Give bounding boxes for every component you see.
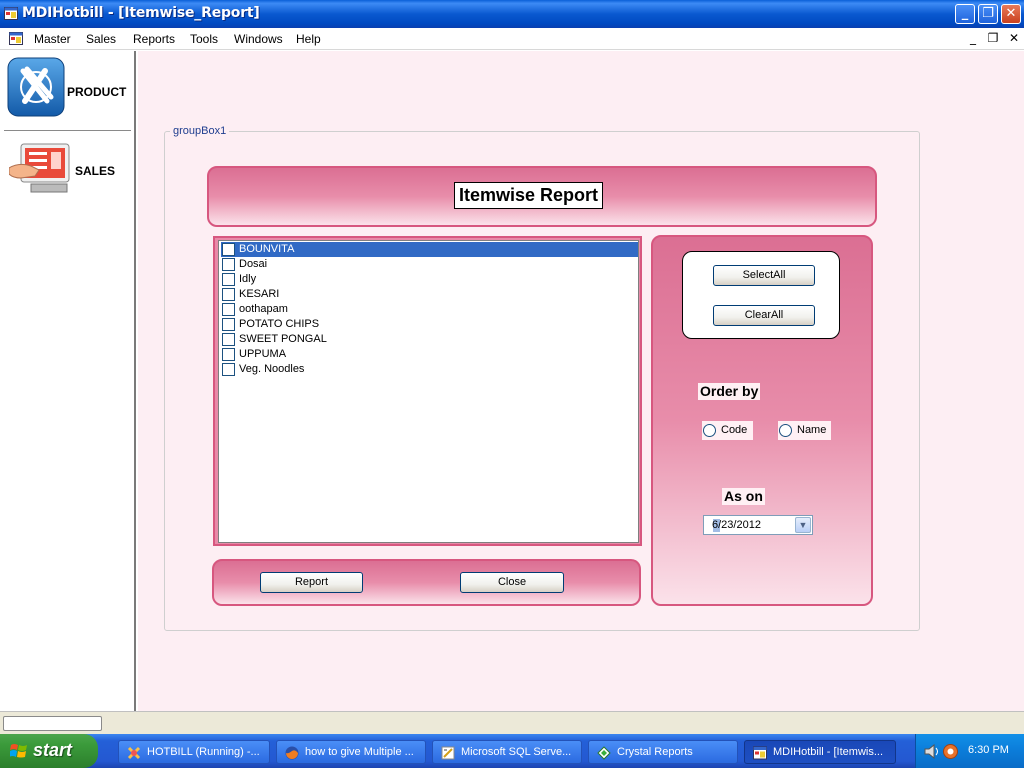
group-box-label: groupBox1 [170,125,230,137]
list-item[interactable]: BOUNVITA [221,242,638,257]
start-label: start [33,740,73,760]
start-button[interactable]: start [0,734,98,768]
item-label: Dosai [239,258,268,270]
list-item[interactable]: SWEET PONGAL [221,332,638,347]
as-on-date-picker[interactable]: 6/23/2012 ▼ [703,515,813,535]
item-checked-list[interactable]: BOUNVITA Dosai Idly KESARI oothapam POTA… [218,240,639,543]
taskbar-item-label: Microsoft SQL Serve... [461,746,572,758]
clear-all-button[interactable]: ClearAll [713,305,815,326]
status-bar [0,711,1024,734]
product-nav-button[interactable]: PRODUCT [4,55,130,119]
item-checkbox[interactable] [222,318,235,331]
sidebar-divider [4,130,131,131]
item-checkbox[interactable] [222,303,235,316]
menu-windows[interactable]: Windows [234,32,283,46]
list-item[interactable]: UPPUMA [221,347,638,362]
order-by-label: Order by [698,383,761,400]
as-on-label: As on [722,488,765,505]
item-label: UPPUMA [239,348,287,360]
taskbar-item-label: how to give Multiple ... [305,746,414,758]
visual-studio-icon [127,746,141,760]
mdi-child-icon[interactable] [9,32,23,45]
radio-circle [779,424,792,437]
taskbar-item-label: MDIHotbill - [Itemwis... [773,746,884,758]
item-checkbox[interactable] [222,333,235,346]
left-nav-panel: PRODUCT SALES [0,51,136,711]
sales-nav-button[interactable]: SALES [4,137,130,203]
item-label: KESARI [239,288,280,300]
list-item[interactable]: KESARI [221,287,638,302]
status-progress-bar [3,716,102,731]
app-icon[interactable] [4,7,18,20]
taskbar-item-label: HOTBILL (Running) -... [147,746,260,758]
sales-nav-label: SALES [75,164,116,178]
radio-circle [703,424,716,437]
system-tray: 6:30 PM [915,734,1024,768]
windows-flag-icon [10,744,27,758]
taskbar-item-mdihotbill[interactable]: MDIHotbill - [Itemwis... [744,740,896,764]
menu-tools[interactable]: Tools [190,32,218,46]
item-label: oothapam [239,303,288,315]
minimize-button[interactable]: _ [955,4,975,24]
sql-server-icon [441,746,455,760]
taskbar-item-label: Crystal Reports [617,746,693,758]
close-button[interactable]: Close [460,572,564,593]
crystal-reports-icon [597,746,611,760]
dropdown-arrow-icon[interactable]: ▼ [795,517,811,533]
restore-button[interactable]: ❐ [978,4,998,24]
mdihotbill-icon [753,746,767,760]
list-item[interactable]: oothapam [221,302,638,317]
taskbar: start HOTBILL (Running) -... how to give… [0,734,1024,768]
window-title: MDIHotbill - [Itemwise_Report] [22,5,260,21]
item-label: Veg. Noodles [239,363,305,375]
item-label: POTATO CHIPS [239,318,320,330]
item-label: Idly [239,273,257,285]
firefox-icon [285,746,299,760]
report-title: Itemwise Report [454,182,604,209]
child-minimize-button[interactable]: _ [965,30,981,46]
item-checkbox[interactable] [222,243,235,256]
product-icon [7,57,65,117]
minimize-icon: _ [961,6,969,21]
report-button[interactable]: Report [260,572,363,593]
clock: 6:30 PM [968,744,1009,756]
taskbar-item-hotbill[interactable]: HOTBILL (Running) -... [118,740,270,764]
item-checkbox[interactable] [222,363,235,376]
order-name-label: Name [797,424,827,436]
order-code-label: Code [721,424,748,436]
item-checkbox[interactable] [222,273,235,286]
close-window-button[interactable]: ✕ [1001,4,1021,24]
product-nav-label: PRODUCT [67,85,127,99]
list-item[interactable]: Dosai [221,257,638,272]
child-restore-button[interactable]: ❐ [985,30,1001,46]
as-on-date-value: 6/23/2012 [712,519,761,531]
menu-help[interactable]: Help [296,32,321,46]
item-checkbox[interactable] [222,348,235,361]
antivirus-icon[interactable] [943,744,958,759]
taskbar-item-crystal-reports[interactable]: Crystal Reports [588,740,738,764]
item-label: BOUNVITA [239,243,295,255]
item-label: SWEET PONGAL [239,333,327,345]
order-name-radio[interactable]: Name [778,421,831,440]
sales-icon [9,143,70,193]
item-checkbox[interactable] [222,288,235,301]
select-all-button[interactable]: SelectAll [713,265,815,286]
order-code-radio[interactable]: Code [702,421,753,440]
taskbar-item-sql-server[interactable]: Microsoft SQL Serve... [432,740,582,764]
menu-sales[interactable]: Sales [86,32,116,46]
menu-master[interactable]: Master [34,32,71,46]
close-icon: ✕ [1005,6,1017,21]
item-checkbox[interactable] [222,258,235,271]
list-item[interactable]: Veg. Noodles [221,362,638,377]
menu-reports[interactable]: Reports [133,32,175,46]
restore-icon: ❐ [982,6,994,21]
menu-bar: Master Sales Reports Tools Windows Help … [0,28,1024,50]
list-item[interactable]: POTATO CHIPS [221,317,638,332]
taskbar-item-firefox[interactable]: how to give Multiple ... [276,740,426,764]
volume-icon[interactable] [924,744,940,759]
list-item[interactable]: Idly [221,272,638,287]
child-close-button[interactable]: ✕ [1006,30,1022,46]
title-bar[interactable]: MDIHotbill - [Itemwise_Report] _ ❐ ✕ [0,0,1024,28]
